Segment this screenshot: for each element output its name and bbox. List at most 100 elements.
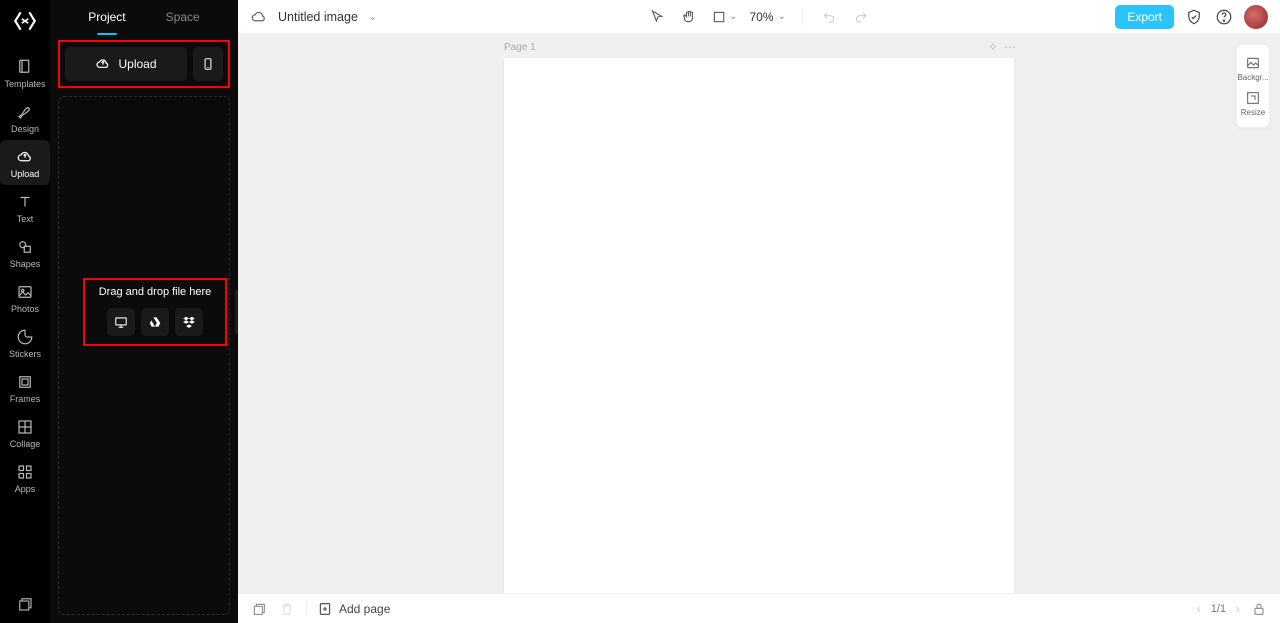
rail-label: Upload (11, 169, 40, 179)
right-dock: Backgr... Resize (1236, 44, 1270, 128)
canvas-page[interactable]: Page 1 ✧ ⋯ (504, 58, 1014, 593)
add-page-label: Add page (339, 602, 390, 616)
divider (306, 602, 307, 616)
cloud-sync-icon[interactable] (250, 8, 268, 26)
shapes-icon (16, 238, 34, 256)
monitor-icon (114, 315, 128, 329)
bottombar-left: Add page (250, 600, 390, 618)
add-page-button[interactable]: Add page (317, 601, 390, 617)
next-page-button[interactable]: › (1236, 602, 1240, 616)
templates-icon (16, 58, 34, 76)
prev-page-button[interactable]: ‹ (1197, 602, 1201, 616)
layers-icon (251, 601, 267, 617)
rail-apps[interactable]: Apps (0, 455, 50, 500)
design-icon (16, 103, 34, 121)
chevron-right-icon: › (1236, 602, 1240, 616)
photos-icon (16, 283, 34, 301)
bottom-bar: Add page ‹ 1/1 › (238, 593, 1280, 623)
rail-layers-button[interactable] (16, 595, 34, 613)
undo-button[interactable] (819, 7, 839, 27)
phone-icon (201, 57, 215, 71)
user-avatar[interactable] (1244, 5, 1268, 29)
shield-check-icon (1185, 8, 1203, 26)
rail-collage[interactable]: Collage (0, 410, 50, 455)
page-options-button[interactable]: ✧ (988, 40, 998, 54)
page-label: Page 1 (504, 42, 536, 53)
page-count: 1/1 (1211, 603, 1226, 615)
upload-dropzone[interactable]: Drag and drop file here (58, 96, 230, 615)
more-icon: ⋯ (1004, 40, 1016, 54)
frames-icon (16, 373, 34, 391)
source-device-button[interactable] (107, 308, 135, 336)
background-button[interactable]: Backgr... (1237, 51, 1269, 86)
upload-from-phone-button[interactable] (193, 47, 223, 81)
pages-overview-button[interactable] (250, 600, 268, 618)
apps-icon (16, 463, 34, 481)
app-logo[interactable] (12, 8, 38, 34)
dropbox-icon (182, 315, 196, 329)
trash-icon (279, 601, 295, 617)
rail-shapes[interactable]: Shapes (0, 230, 50, 275)
rail-text[interactable]: Text (0, 185, 50, 230)
drop-sources (107, 308, 203, 336)
page-more-button[interactable]: ⋯ (1004, 40, 1016, 54)
title-dropdown-button[interactable]: ⌄ (368, 10, 377, 23)
resize-button[interactable]: Resize (1237, 86, 1269, 121)
panel-tabs: Project Space (50, 0, 238, 34)
bottombar-right: ‹ 1/1 › (1197, 600, 1268, 618)
rail-frames[interactable]: Frames (0, 365, 50, 410)
canvas-area[interactable]: Page 1 ✧ ⋯ Backgr... Resize (238, 34, 1280, 593)
chevron-down-icon: ⌄ (368, 11, 377, 23)
google-drive-icon (148, 315, 162, 329)
delete-page-button[interactable] (278, 600, 296, 618)
cursor-icon (649, 9, 665, 25)
tab-space[interactable]: Space (166, 0, 200, 34)
topbar-left: Untitled image ⌄ (250, 8, 377, 26)
rail-templates[interactable]: Templates (0, 50, 50, 95)
rail-label: Frames (10, 394, 41, 404)
chevron-down-icon: ⌄ (778, 11, 786, 22)
resize-icon (1245, 90, 1261, 106)
help-icon (1215, 8, 1233, 26)
page-tools: ✧ ⋯ (988, 40, 1016, 54)
text-icon (16, 193, 34, 211)
upload-cloud-icon (95, 56, 111, 72)
upload-cloud-icon (16, 148, 34, 166)
help-button[interactable] (1214, 7, 1234, 27)
topbar-center: ⌄ 70% ⌄ (647, 7, 871, 27)
zoom-level-dropdown[interactable]: 70% ⌄ (749, 10, 785, 24)
hand-icon (681, 9, 697, 25)
rail-label: Photos (11, 304, 39, 314)
dock-label: Backgr... (1237, 73, 1268, 82)
select-tool-button[interactable] (647, 7, 667, 27)
source-dropbox-button[interactable] (175, 308, 203, 336)
side-panel: Project Space Upload Drag and drop file … (50, 0, 238, 623)
document-title[interactable]: Untitled image (278, 10, 358, 24)
undo-icon (821, 9, 837, 25)
tab-project[interactable]: Project (88, 0, 125, 34)
redo-button[interactable] (851, 7, 871, 27)
chevron-down-icon: ⌄ (729, 11, 737, 22)
rail-label: Stickers (9, 349, 41, 359)
lock-button[interactable] (1250, 600, 1268, 618)
history-button[interactable] (1184, 7, 1204, 27)
sparkle-icon: ✧ (988, 40, 998, 54)
upload-button[interactable]: Upload (65, 47, 187, 81)
dock-label: Resize (1241, 108, 1265, 117)
top-bar: Untitled image ⌄ ⌄ 70% ⌄ (238, 0, 1280, 34)
upload-button-label: Upload (118, 57, 156, 71)
redo-icon (853, 9, 869, 25)
rail-photos[interactable]: Photos (0, 275, 50, 320)
source-google-drive-button[interactable] (141, 308, 169, 336)
hand-tool-button[interactable] (679, 7, 699, 27)
export-button[interactable]: Export (1115, 5, 1174, 29)
rail-stickers[interactable]: Stickers (0, 320, 50, 365)
add-page-icon (317, 601, 333, 617)
collage-icon (16, 418, 34, 436)
rail-design[interactable]: Design (0, 95, 50, 140)
left-rail: Templates Design Upload Text Shapes Phot… (0, 0, 50, 623)
lock-icon (1251, 601, 1267, 617)
crop-tool-button[interactable]: ⌄ (711, 7, 737, 27)
rail-upload[interactable]: Upload (0, 140, 50, 185)
stickers-icon (16, 328, 34, 346)
